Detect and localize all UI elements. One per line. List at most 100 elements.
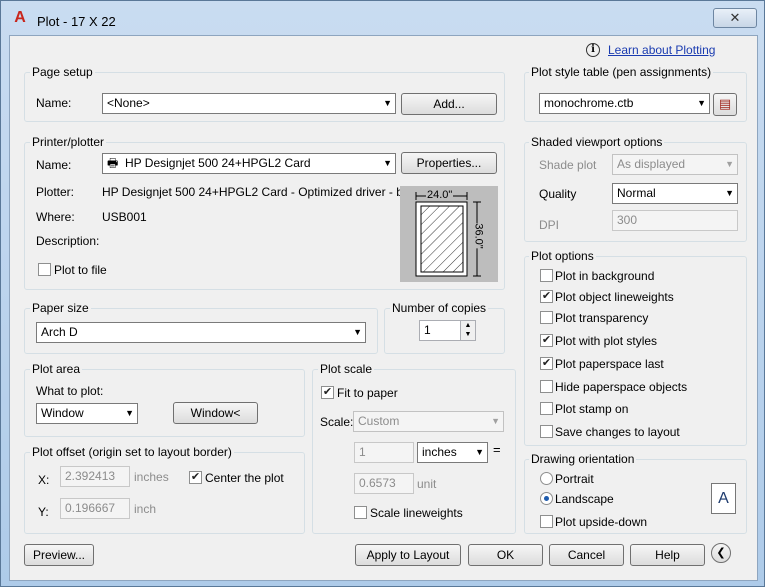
what-to-plot-label: What to plot:: [36, 384, 104, 398]
scale-numerator-input[interactable]: 1: [354, 442, 414, 463]
apply-to-layout-button[interactable]: Apply to Layout: [355, 544, 461, 566]
where-label: Where:: [36, 210, 75, 224]
scale-lineweights-checkbox[interactable]: [354, 506, 367, 519]
plot-stamp-on-checkbox[interactable]: [540, 402, 553, 415]
plotter-value: HP Designjet 500 24+HPGL2 Card - Optimiz…: [102, 185, 413, 199]
plot-style-dropdown[interactable]: monochrome.ctb ▼: [539, 93, 710, 114]
properties-button[interactable]: Properties...: [401, 152, 497, 174]
plot-transparency-checkbox[interactable]: [540, 311, 553, 324]
plot-area-title: Plot area: [30, 362, 83, 376]
fit-to-paper-label: Fit to paper: [337, 386, 398, 400]
edit-plot-style-button[interactable]: ▤: [713, 93, 737, 116]
plot-with-plot-styles-label: Plot with plot styles: [555, 334, 658, 348]
printer-plotter-title: Printer/plotter: [30, 135, 107, 149]
x-offset-label: X:: [38, 473, 50, 487]
center-plot-checkbox[interactable]: ✔: [189, 471, 202, 484]
plot-paperspace-last-checkbox[interactable]: ✔: [540, 357, 553, 370]
copies-title: Number of copies: [390, 301, 489, 315]
scale-denominator-unit: unit: [417, 477, 437, 491]
plot-with-plot-styles-checkbox[interactable]: ✔: [540, 334, 553, 347]
portrait-radio[interactable]: [540, 472, 553, 485]
shade-plot-dropdown[interactable]: As displayed ▼: [612, 154, 738, 175]
what-to-plot-value: Window: [41, 406, 84, 420]
description-label: Description:: [36, 234, 100, 248]
chevron-down-icon: ▼: [491, 416, 500, 426]
plot-scale-title: Plot scale: [318, 362, 375, 376]
close-button[interactable]: ✕: [713, 8, 757, 28]
help-button[interactable]: Help: [630, 544, 705, 566]
what-to-plot-dropdown[interactable]: Window ▼: [36, 403, 138, 424]
edit-table-icon: ▤: [718, 96, 732, 111]
scale-units-value: inches: [422, 445, 457, 459]
y-offset-input[interactable]: 0.196667: [60, 498, 130, 519]
window-pick-button[interactable]: Window<: [173, 402, 258, 424]
page-setup-name-value: <None>: [107, 96, 150, 110]
equals-sign: =: [493, 442, 501, 457]
chevron-down-icon: ▼: [353, 327, 362, 337]
learn-about-plotting-link[interactable]: Learn about Plotting: [608, 43, 715, 57]
scale-units-dropdown[interactable]: inches ▼: [417, 442, 488, 463]
scale-denominator-input[interactable]: 0.6573: [354, 473, 414, 494]
chevron-down-icon: ▼: [697, 98, 706, 108]
plot-offset-title: Plot offset (origin set to layout border…: [30, 445, 234, 459]
page-setup-title: Page setup: [30, 65, 95, 79]
quality-value: Normal: [617, 186, 656, 200]
shade-plot-value: As displayed: [617, 157, 686, 171]
add-page-setup-button[interactable]: Add...: [401, 93, 497, 115]
fit-to-paper-checkbox[interactable]: ✔: [321, 386, 334, 399]
plot-upside-down-label: Plot upside-down: [555, 515, 648, 529]
info-icon[interactable]: i: [586, 43, 600, 57]
title-bar[interactable]: A Plot - 17 X 22 ✕: [1, 1, 765, 35]
cancel-button[interactable]: Cancel: [549, 544, 624, 566]
quality-dropdown[interactable]: Normal ▼: [612, 183, 738, 204]
plot-to-file-checkbox[interactable]: [38, 263, 51, 276]
preview-height-label: 36.0": [472, 223, 485, 249]
plot-in-background-checkbox[interactable]: [540, 269, 553, 282]
chevron-down-icon: ▼: [725, 159, 734, 169]
page-setup-name-dropdown[interactable]: <None> ▼: [102, 93, 396, 114]
x-offset-input[interactable]: 2.392413: [60, 466, 130, 487]
shaded-viewport-title: Shaded viewport options: [529, 135, 665, 149]
y-offset-label: Y:: [38, 505, 49, 519]
shade-plot-label: Shade plot: [539, 158, 597, 172]
dpi-input[interactable]: 300: [612, 210, 738, 231]
collapse-options-button[interactable]: ❮: [711, 543, 731, 563]
save-changes-to-layout-checkbox[interactable]: [540, 425, 553, 438]
chevron-down-icon: ▼: [383, 158, 392, 168]
plot-options-title: Plot options: [529, 249, 596, 263]
chevron-down-icon: ▼: [125, 408, 134, 418]
plotter-label: Plotter:: [36, 185, 75, 199]
scale-label: Scale:: [320, 415, 354, 429]
copies-stepper[interactable]: ▲ ▼: [460, 320, 476, 341]
dialog-body: i Learn about Plotting Page setup Name: …: [9, 35, 758, 581]
ok-button[interactable]: OK: [468, 544, 543, 566]
paper-size-dropdown[interactable]: Arch D ▼: [36, 322, 366, 343]
scale-lineweights-label: Scale lineweights: [370, 506, 463, 520]
printer-name-dropdown[interactable]: 🖶 HP Designjet 500 24+HPGL2 Card ▼: [102, 153, 396, 174]
portrait-label: Portrait: [555, 472, 594, 486]
plot-upside-down-checkbox[interactable]: [540, 515, 553, 528]
plot-style-title: Plot style table (pen assignments): [529, 65, 714, 79]
center-plot-label: Center the plot: [205, 471, 284, 485]
chevron-down-icon: ▼: [725, 188, 734, 198]
plot-object-lineweights-label: Plot object lineweights: [555, 290, 674, 304]
y-offset-unit: inch: [134, 502, 157, 516]
scale-dropdown[interactable]: Custom ▼: [353, 411, 504, 432]
landscape-radio[interactable]: [540, 492, 553, 505]
paper-size-value: Arch D: [41, 325, 78, 339]
printer-name-label: Name:: [36, 158, 72, 172]
copies-input[interactable]: 1: [419, 320, 461, 341]
hide-paperspace-objects-checkbox[interactable]: [540, 380, 553, 393]
dialog-window: A Plot - 17 X 22 ✕ i Learn about Plottin…: [0, 0, 765, 587]
printer-name-value: HP Designjet 500 24+HPGL2 Card: [125, 156, 311, 170]
chevron-left-icon: ❮: [716, 547, 726, 559]
printer-icon: 🖶: [107, 156, 119, 170]
plot-style-value: monochrome.ctb: [544, 96, 634, 110]
window-title: Plot - 17 X 22: [37, 14, 116, 29]
plot-offset-group: [24, 452, 305, 534]
landscape-label: Landscape: [555, 492, 614, 506]
preview-button[interactable]: Preview...: [24, 544, 94, 566]
save-changes-to-layout-label: Save changes to layout: [555, 425, 680, 439]
plot-object-lineweights-checkbox[interactable]: ✔: [540, 290, 553, 303]
x-offset-unit: inches: [134, 470, 169, 484]
